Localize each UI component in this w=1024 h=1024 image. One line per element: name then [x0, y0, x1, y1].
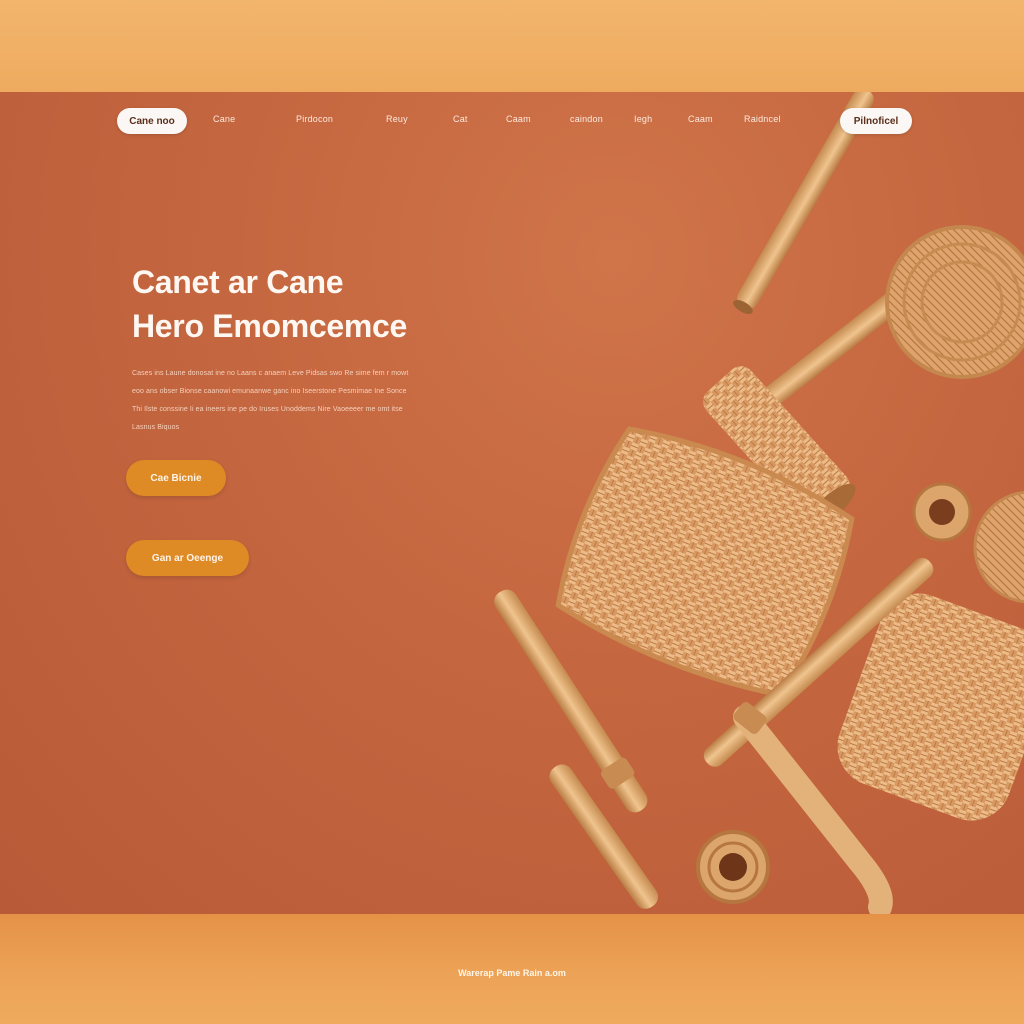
hero-body-line-2: eoo ans obser Bionse caanowi emunaanwe g…	[132, 388, 407, 395]
primary-cta-button[interactable]: Cae Bicnie	[126, 460, 226, 496]
secondary-cta-button[interactable]: Gan ar Oeenge	[126, 540, 249, 576]
hero-body-line-3: Thi Ilste conssine Ii ea ineers ine pe d…	[132, 406, 403, 413]
nav-link-1[interactable]: Cane	[213, 114, 235, 124]
hero-headline-line-2: Hero Emomcemce	[132, 308, 408, 344]
nav-link-7[interactable]: Iegh	[634, 114, 652, 124]
hero-body-line-1: Cases ins Laune donosat ine no Laans c a…	[132, 370, 409, 377]
hero-body-line-4: Lasnus Biquos	[132, 424, 180, 431]
footer-link[interactable]: Warerap Pame Rain a.om	[0, 968, 1024, 978]
nav-cta-pill-button[interactable]: Pilnoficel	[840, 108, 912, 134]
woven-disc-edge	[973, 490, 1024, 604]
hero-product-illustration	[494, 92, 1024, 914]
bamboo-stick-5	[549, 764, 659, 909]
nav-link-2[interactable]: Pirdocon	[296, 114, 333, 124]
top-nav: Cane noo Cane Pirdocon Reuy Cat Caam cai…	[0, 92, 1024, 152]
nav-link-3[interactable]: Reuy	[386, 114, 408, 124]
hero-headline-line-1: Canet ar Cane	[132, 264, 344, 300]
nav-link-8[interactable]: Caam	[688, 114, 713, 124]
brand-pill-button[interactable]: Cane noo	[117, 108, 187, 134]
nav-link-5[interactable]: Caam	[506, 114, 531, 124]
top-band	[0, 0, 1024, 92]
nav-link-9[interactable]: Raidncel	[744, 114, 781, 124]
nav-link-4[interactable]: Cat	[453, 114, 468, 124]
hero-section: Cane noo Cane Pirdocon Reuy Cat Caam cai…	[0, 92, 1024, 914]
nav-link-6[interactable]: caindon	[570, 114, 603, 124]
